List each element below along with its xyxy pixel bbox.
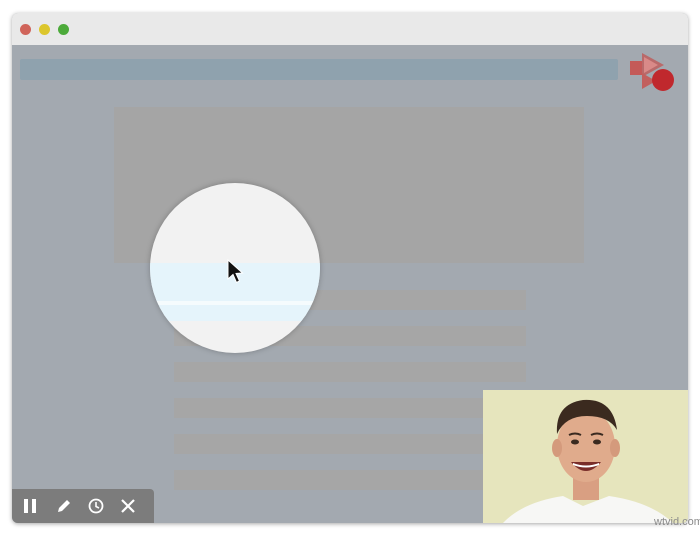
close-recording-button[interactable] bbox=[118, 496, 138, 516]
draw-button[interactable] bbox=[54, 496, 74, 516]
pause-icon bbox=[24, 499, 36, 513]
presenter-video bbox=[483, 390, 688, 523]
highlighted-row-divider bbox=[150, 301, 320, 305]
webcam-overlay[interactable] bbox=[483, 390, 688, 523]
watermark: wtvid.com bbox=[654, 516, 700, 528]
cursor-spotlight bbox=[150, 183, 320, 353]
pause-button[interactable] bbox=[20, 496, 40, 516]
text-line-placeholder bbox=[174, 362, 526, 382]
title-bar bbox=[12, 13, 688, 45]
minimize-window-button[interactable] bbox=[39, 24, 50, 35]
recording-toolbar bbox=[12, 489, 154, 523]
address-bar[interactable] bbox=[20, 59, 618, 80]
pencil-icon bbox=[58, 500, 70, 512]
page-content-dimmed bbox=[12, 45, 688, 523]
mouse-pointer-icon bbox=[226, 258, 246, 285]
record-camera-icon[interactable] bbox=[628, 51, 678, 95]
close-window-button[interactable] bbox=[20, 24, 31, 35]
timer-button[interactable] bbox=[86, 496, 106, 516]
text-line-placeholder bbox=[174, 434, 526, 454]
maximize-window-button[interactable] bbox=[58, 24, 69, 35]
browser-window bbox=[12, 13, 688, 523]
close-icon bbox=[121, 499, 135, 513]
clock-icon bbox=[88, 498, 104, 514]
text-line-placeholder bbox=[174, 398, 526, 418]
text-line-placeholder bbox=[174, 470, 526, 490]
